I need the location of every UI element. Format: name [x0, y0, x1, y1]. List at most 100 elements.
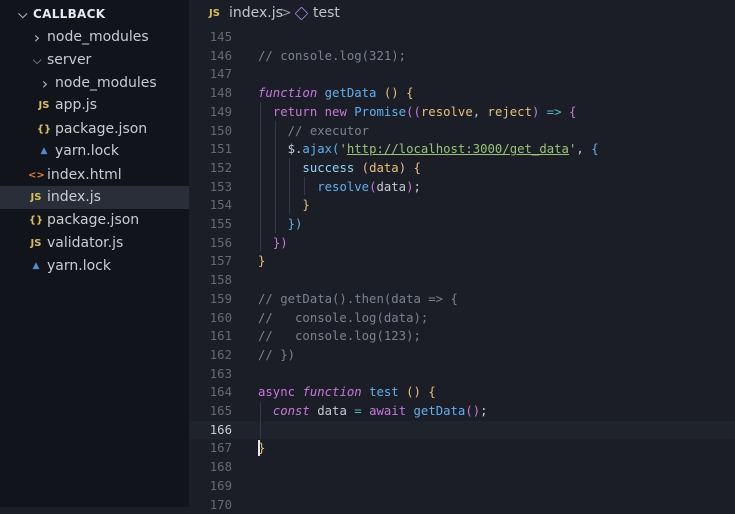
- chevron-right-icon[interactable]: ›: [38, 72, 52, 95]
- js-file-icon: JS: [28, 186, 44, 209]
- code-token: data: [376, 180, 406, 194]
- line-content: async function test () {: [258, 383, 436, 402]
- line-number: 147: [192, 65, 232, 84]
- code-token: [562, 105, 569, 119]
- folder-item[interactable]: ⌵server: [0, 49, 189, 72]
- code-line[interactable]: 167}: [189, 439, 735, 458]
- code-token: ): [399, 161, 406, 175]
- indent-guide: [289, 158, 290, 214]
- explorer-sidebar: ⌵ CALLBACK ›node_modules⌵server›node_mod…: [0, 0, 189, 507]
- yarn-icon: ▲: [28, 255, 44, 278]
- folder-item[interactable]: ›node_modules: [0, 26, 189, 49]
- code-line[interactable]: 147: [189, 65, 735, 84]
- chevron-down-icon[interactable]: ⌵: [16, 3, 30, 26]
- file-item[interactable]: JSapp.js: [0, 94, 189, 117]
- line-content: const data = await getData();: [258, 402, 488, 421]
- code-line[interactable]: 153 resolve(data);: [189, 178, 735, 197]
- code-line[interactable]: 148function getData () {: [189, 84, 735, 103]
- item-label: app.js: [55, 94, 97, 117]
- file-item[interactable]: {}package.json: [0, 209, 189, 232]
- code-line[interactable]: 145: [189, 28, 735, 47]
- code-line[interactable]: 160// console.log(data);: [189, 309, 735, 328]
- code-line[interactable]: 166: [189, 421, 735, 440]
- code-token: {: [591, 142, 598, 156]
- code-token: }: [258, 254, 265, 268]
- line-number: 158: [192, 271, 232, 290]
- line-number: 169: [192, 477, 232, 496]
- code-line[interactable]: 165 const data = await getData();: [189, 402, 735, 421]
- code-line[interactable]: 159// getData().then(data => {: [189, 290, 735, 309]
- code-line[interactable]: 149 return new Promise((resolve, reject)…: [189, 103, 735, 122]
- code-token: {: [406, 86, 413, 100]
- code-token: data: [369, 161, 399, 175]
- code-token: return: [273, 105, 317, 119]
- code-line[interactable]: 168: [189, 458, 735, 477]
- line-content: }): [258, 234, 288, 253]
- code-token: (): [406, 385, 421, 399]
- code-line[interactable]: 158: [189, 271, 735, 290]
- line-number: 155: [192, 215, 232, 234]
- file-item[interactable]: {}package.json: [0, 118, 189, 141]
- js-file-icon: JS: [36, 94, 52, 117]
- code-token: [258, 124, 288, 138]
- code-editor[interactable]: JS index.js > test 145146// console.log(…: [189, 0, 735, 507]
- file-item[interactable]: ▲yarn.lock: [0, 140, 189, 163]
- code-token: Promise: [354, 105, 406, 119]
- code-line[interactable]: 163: [189, 365, 735, 384]
- line-number: 162: [192, 346, 232, 365]
- code-token: [317, 86, 324, 100]
- indent-guide: [260, 402, 261, 439]
- code-token: =: [354, 404, 361, 418]
- indent-guide: [275, 121, 276, 233]
- line-content: // console.log(123);: [258, 327, 421, 346]
- code-token: =>: [547, 105, 562, 119]
- code-line[interactable]: 155 }): [189, 215, 735, 234]
- code-line[interactable]: 150 // executor: [189, 122, 735, 141]
- line-number: 160: [192, 309, 232, 328]
- code-token: [399, 385, 406, 399]
- file-item[interactable]: ▲yarn.lock: [0, 255, 189, 278]
- line-content: }: [258, 252, 265, 271]
- code-token: getData: [325, 86, 377, 100]
- line-number: 150: [192, 122, 232, 141]
- file-item[interactable]: JSvalidator.js: [0, 232, 189, 255]
- file-item[interactable]: <>index.html: [0, 164, 189, 187]
- code-token: }: [302, 198, 309, 212]
- code-token: ': [339, 142, 346, 156]
- code-token: [362, 404, 369, 418]
- code-token: [258, 198, 302, 212]
- code-token: (): [465, 404, 480, 418]
- code-token: [258, 180, 317, 194]
- item-label: node_modules: [55, 72, 157, 95]
- code-line[interactable]: 154 }: [189, 196, 735, 215]
- code-line[interactable]: 161// console.log(123);: [189, 327, 735, 346]
- code-line[interactable]: 170: [189, 496, 735, 514]
- code-line[interactable]: 157}: [189, 252, 735, 271]
- folder-item[interactable]: ›node_modules: [0, 72, 189, 95]
- code-line[interactable]: 156 }): [189, 234, 735, 253]
- line-number: 152: [192, 159, 232, 178]
- explorer-section-header[interactable]: ⌵ CALLBACK: [0, 3, 189, 26]
- line-content: }): [258, 215, 302, 234]
- code-line[interactable]: 169: [189, 477, 735, 496]
- code-line[interactable]: 164async function test () {: [189, 383, 735, 402]
- code-line[interactable]: 151 $.ajax('http://localhost:3000/get_da…: [189, 140, 735, 159]
- code-token: // console.log(321);: [258, 49, 406, 63]
- code-line[interactable]: 146// console.log(321);: [189, 47, 735, 66]
- breadcrumb-file[interactable]: index.js: [229, 0, 283, 27]
- cube-icon: [295, 7, 309, 21]
- code-token: [376, 86, 383, 100]
- code-line[interactable]: 162// }): [189, 346, 735, 365]
- chevron-right-icon[interactable]: ›: [30, 26, 44, 49]
- breadcrumb-symbol[interactable]: test: [313, 0, 340, 27]
- code-token: ,: [576, 142, 591, 156]
- yarn-icon: ▲: [36, 140, 52, 163]
- line-number: 154: [192, 196, 232, 215]
- code-token: getData: [414, 404, 466, 418]
- file-item[interactable]: JSindex.js: [0, 186, 189, 209]
- code-token: [399, 86, 406, 100]
- chevron-down-icon[interactable]: ⌵: [30, 49, 44, 72]
- line-content: // getData().then(data => {: [258, 290, 458, 309]
- code-line[interactable]: 152 success (data) {: [189, 159, 735, 178]
- item-label: package.json: [47, 209, 139, 232]
